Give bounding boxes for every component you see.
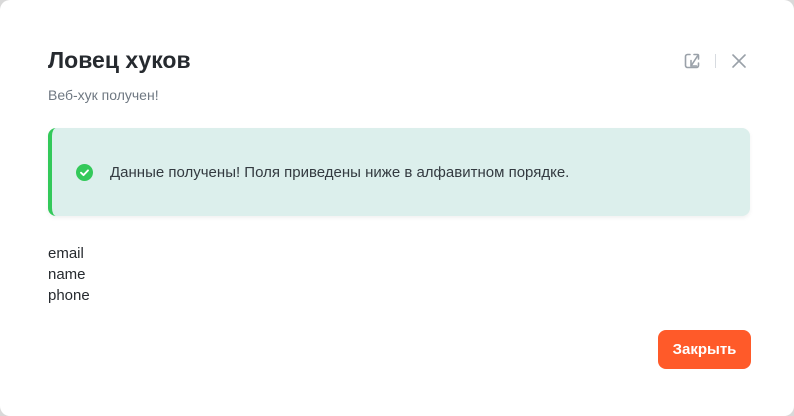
list-item: phone bbox=[48, 287, 90, 304]
close-icon[interactable] bbox=[728, 50, 750, 72]
header-actions bbox=[681, 50, 750, 72]
webhook-catcher-modal: Ловец хуков Веб-хук получен! Данные полу… bbox=[0, 0, 794, 416]
close-button[interactable]: Закрыть bbox=[658, 330, 751, 369]
received-fields-list: email name phone bbox=[48, 243, 90, 306]
list-item: name bbox=[48, 266, 86, 283]
modal-title: Ловец хуков bbox=[48, 47, 191, 73]
modal-subtitle: Веб-хук получен! bbox=[48, 87, 159, 103]
alert-message: Данные получены! Поля приведены ниже в а… bbox=[110, 163, 570, 181]
check-circle-icon bbox=[76, 163, 93, 181]
header-divider bbox=[715, 54, 716, 68]
success-alert: Данные получены! Поля приведены ниже в а… bbox=[48, 128, 750, 216]
open-external-icon[interactable] bbox=[681, 50, 703, 72]
list-item: email bbox=[48, 245, 84, 262]
